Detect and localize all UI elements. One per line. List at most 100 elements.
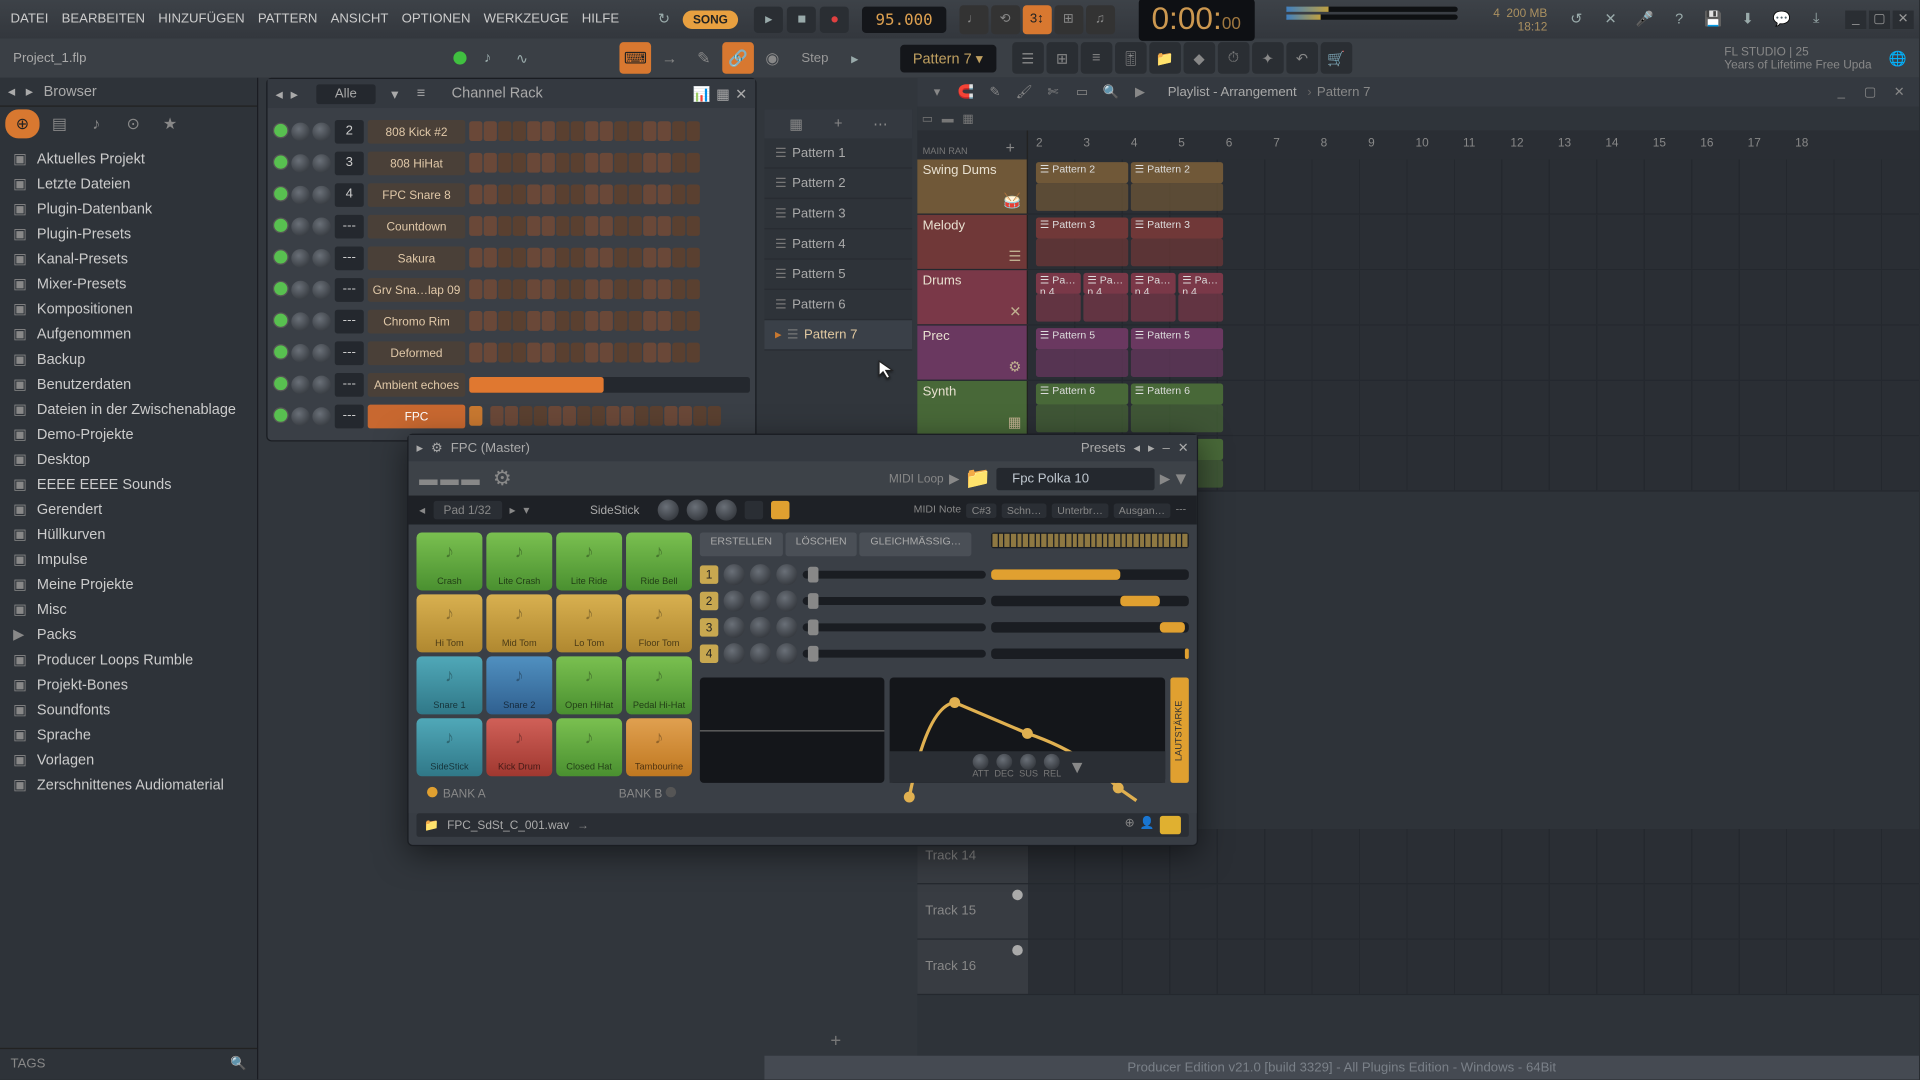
- channel-pan-knob[interactable]: [291, 248, 309, 266]
- pl-tool-paint[interactable]: 🖌: [1012, 80, 1036, 104]
- pad-prev[interactable]: ◂: [419, 503, 425, 517]
- drum-pad[interactable]: ♪Ride Bell: [626, 532, 692, 590]
- tempo-display[interactable]: 95.000: [862, 6, 946, 32]
- menu-add[interactable]: HINZUFÜGEN: [153, 9, 250, 29]
- save-icon[interactable]: 💾: [1698, 3, 1730, 35]
- browser-item[interactable]: ▣Mixer-Presets: [3, 272, 255, 297]
- plugin-minimize[interactable]: –: [1163, 441, 1170, 455]
- cr-steps-icon[interactable]: ▦: [716, 85, 730, 102]
- playlist-lane[interactable]: ☰ Pattern 6☰ Pattern 6: [1028, 381, 1919, 435]
- pattern-item[interactable]: ☰Pattern 3: [764, 199, 912, 229]
- browser-fwd[interactable]: ▸: [26, 83, 33, 100]
- channel-mixer-route[interactable]: ---: [335, 277, 364, 301]
- channel-mute-led[interactable]: [273, 375, 289, 391]
- menu-pattern[interactable]: PATTERN: [253, 9, 323, 29]
- stop-button[interactable]: ■: [787, 6, 816, 32]
- playlist-clip[interactable]: ☰ Pa…n 4: [1178, 273, 1223, 294]
- tab-loeschen[interactable]: LÖSCHEN: [785, 532, 857, 556]
- layer-pan-knob[interactable]: [750, 643, 771, 664]
- env-att-knob[interactable]: [973, 754, 989, 770]
- pattern-item[interactable]: ☰Pattern 1: [764, 138, 912, 168]
- track-header[interactable]: Synth▦: [917, 381, 1028, 435]
- browser-item[interactable]: ▣Hüllkurven: [3, 522, 255, 547]
- channel-rack-button[interactable]: ≡: [1080, 42, 1112, 74]
- pattern-tab-more[interactable]: ⋯: [867, 113, 893, 134]
- browser-item[interactable]: ▣Kanal-Presets: [3, 246, 255, 271]
- layer-pan-knob[interactable]: [750, 590, 771, 611]
- channel-pan-knob[interactable]: [291, 407, 309, 425]
- pl-max[interactable]: ▢: [1858, 80, 1882, 104]
- drum-pad[interactable]: ♪Snare 2: [486, 656, 552, 714]
- playlist-clip[interactable]: ☰ Pattern 6: [1131, 384, 1223, 405]
- pattern-selector[interactable]: Pattern 7 ▾: [900, 44, 997, 72]
- browser-item[interactable]: ▣Plugin-Presets: [3, 221, 255, 246]
- browser-item[interactable]: ▣Soundfonts: [3, 697, 255, 722]
- pl-magnet[interactable]: 🧲: [954, 80, 978, 104]
- plugin-close[interactable]: ✕: [1178, 441, 1189, 455]
- track-header[interactable]: Melody☰: [917, 215, 1028, 269]
- menu-tools[interactable]: WERKZEUGE: [478, 9, 573, 29]
- menu-edit[interactable]: BEARBEITEN: [56, 9, 150, 29]
- search-icon[interactable]: 🔍: [230, 1057, 246, 1071]
- channel-mixer-route[interactable]: ---: [335, 309, 364, 333]
- song-mode-button[interactable]: SONG: [682, 10, 738, 28]
- browser-tab-3[interactable]: ♪: [79, 109, 113, 138]
- globe-icon[interactable]: 🌐: [1885, 45, 1911, 71]
- layer-tune-knob[interactable]: [776, 564, 797, 585]
- window-close[interactable]: ✕: [1893, 10, 1914, 28]
- menu-view[interactable]: ANSICHT: [325, 9, 393, 29]
- tools-icon[interactable]: ✕: [1595, 3, 1627, 35]
- browser-item[interactable]: ▣Vorlagen: [3, 747, 255, 772]
- layer-vel-range[interactable]: [991, 648, 1189, 659]
- sample-loop-icon[interactable]: [1160, 816, 1181, 834]
- browser-item[interactable]: ▣Kompositionen: [3, 297, 255, 322]
- browser-item[interactable]: ▣Letzte Dateien: [3, 171, 255, 196]
- browser-tab-5[interactable]: ★: [153, 109, 187, 138]
- channel-vol-knob[interactable]: [312, 154, 330, 172]
- midi-unterbr[interactable]: Unterbr…: [1052, 503, 1108, 517]
- drum-pad[interactable]: ♪Lite Ride: [556, 532, 622, 590]
- midi-ausgang[interactable]: Ausgan…: [1114, 503, 1171, 517]
- channel-vol-knob[interactable]: [312, 185, 330, 203]
- sample-next[interactable]: →: [577, 818, 589, 831]
- cr-back[interactable]: ◂: [275, 85, 282, 102]
- channel-vol-knob[interactable]: [312, 407, 330, 425]
- layer-vol-knob[interactable]: [724, 564, 745, 585]
- playlist-lane[interactable]: [1028, 940, 1919, 994]
- preset-next[interactable]: ▸: [1148, 441, 1155, 455]
- pl-tool-zoom[interactable]: 🔍: [1099, 80, 1123, 104]
- playlist-lane[interactable]: ☰ Pattern 3☰ Pattern 3: [1028, 215, 1919, 269]
- env-sus-knob[interactable]: [1021, 754, 1037, 770]
- wave-icon[interactable]: ∿: [509, 45, 535, 71]
- preset-prev[interactable]: ◂: [1133, 441, 1140, 455]
- layer-vol-knob[interactable]: [724, 590, 745, 611]
- browser-item[interactable]: ▣Backup: [3, 347, 255, 372]
- undo-history-icon[interactable]: ↺: [1561, 3, 1593, 35]
- metronome-1[interactable]: ♩: [959, 5, 988, 34]
- preset-dropdown[interactable]: ▾: [1176, 465, 1187, 491]
- drum-pad[interactable]: ♪Mid Tom: [486, 594, 552, 652]
- layer-vol-knob[interactable]: [724, 617, 745, 638]
- playlist-window-button[interactable]: ☰: [1012, 42, 1044, 74]
- metronome-5[interactable]: ♫: [1086, 5, 1115, 34]
- midi-note-val[interactable]: C#3: [966, 503, 996, 517]
- drum-pad[interactable]: ♪Crash: [416, 532, 482, 590]
- drum-pad[interactable]: ♪Hi Tom: [416, 594, 482, 652]
- browser-item[interactable]: ▣Meine Projekte: [3, 572, 255, 597]
- playlist-lane[interactable]: ☰ Pa…n 4☰ Pa…n 4☰ Pa…n 4☰ Pa…n 4: [1028, 270, 1919, 324]
- tab-erstellen[interactable]: ERSTELLEN: [700, 532, 783, 556]
- playlist-lane[interactable]: [1028, 884, 1919, 938]
- play-button[interactable]: ▸: [754, 6, 783, 32]
- browser-item[interactable]: ▣Producer Loops Rumble: [3, 647, 255, 672]
- bank-b-label[interactable]: BANK B: [619, 787, 663, 800]
- channel-pan-knob[interactable]: [291, 185, 309, 203]
- cr-filter[interactable]: Alle: [316, 84, 375, 104]
- channel-name-button[interactable]: FPC: [368, 404, 466, 428]
- layer-vel-range[interactable]: [991, 622, 1189, 633]
- pad-vol-knob[interactable]: [658, 500, 679, 521]
- volume-strip[interactable]: LAUTSTÄRKE: [1170, 677, 1188, 782]
- fpc-settings-icon[interactable]: ⚙: [493, 465, 512, 491]
- pl-tool-select[interactable]: ▭: [1070, 80, 1094, 104]
- channel-mixer-route[interactable]: ---: [335, 341, 364, 365]
- shop-button[interactable]: 🛒: [1320, 42, 1352, 74]
